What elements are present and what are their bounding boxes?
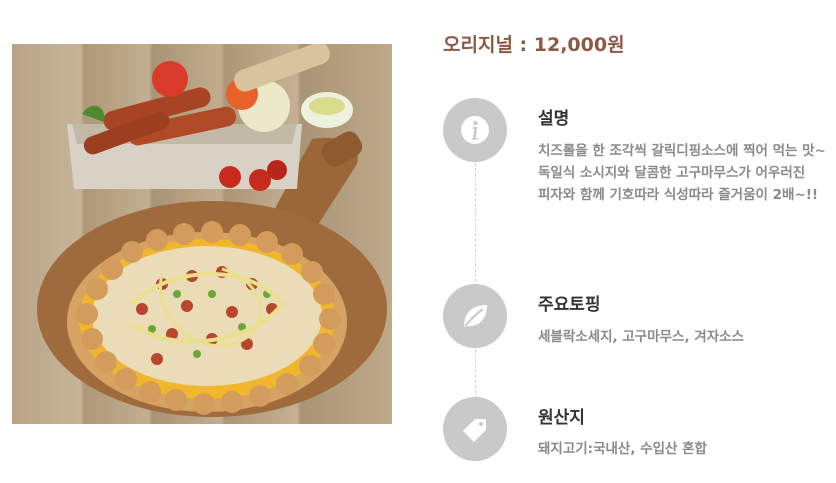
section-title-origin: 원산지	[538, 408, 585, 428]
info-icon	[443, 98, 507, 162]
section-title-description: 설명	[538, 109, 570, 129]
section-body-description: 치즈롤을 한 조각씩 갈릭디핑소스에 찍어 먹는 맛~ 독일식 소시지와 달콤한…	[538, 143, 826, 203]
tag-icon	[443, 397, 507, 461]
pizza-photo	[12, 44, 392, 424]
section-body-origin: 돼지고기:국내산, 수입산 혼합	[538, 441, 707, 457]
section-body-toppings: 세블락소세지, 고구마무스, 겨자소스	[538, 329, 744, 345]
price-label: 오리지널 : 12,000원	[443, 34, 625, 56]
leaf-icon	[443, 284, 507, 348]
section-title-toppings: 주요토핑	[538, 295, 601, 315]
